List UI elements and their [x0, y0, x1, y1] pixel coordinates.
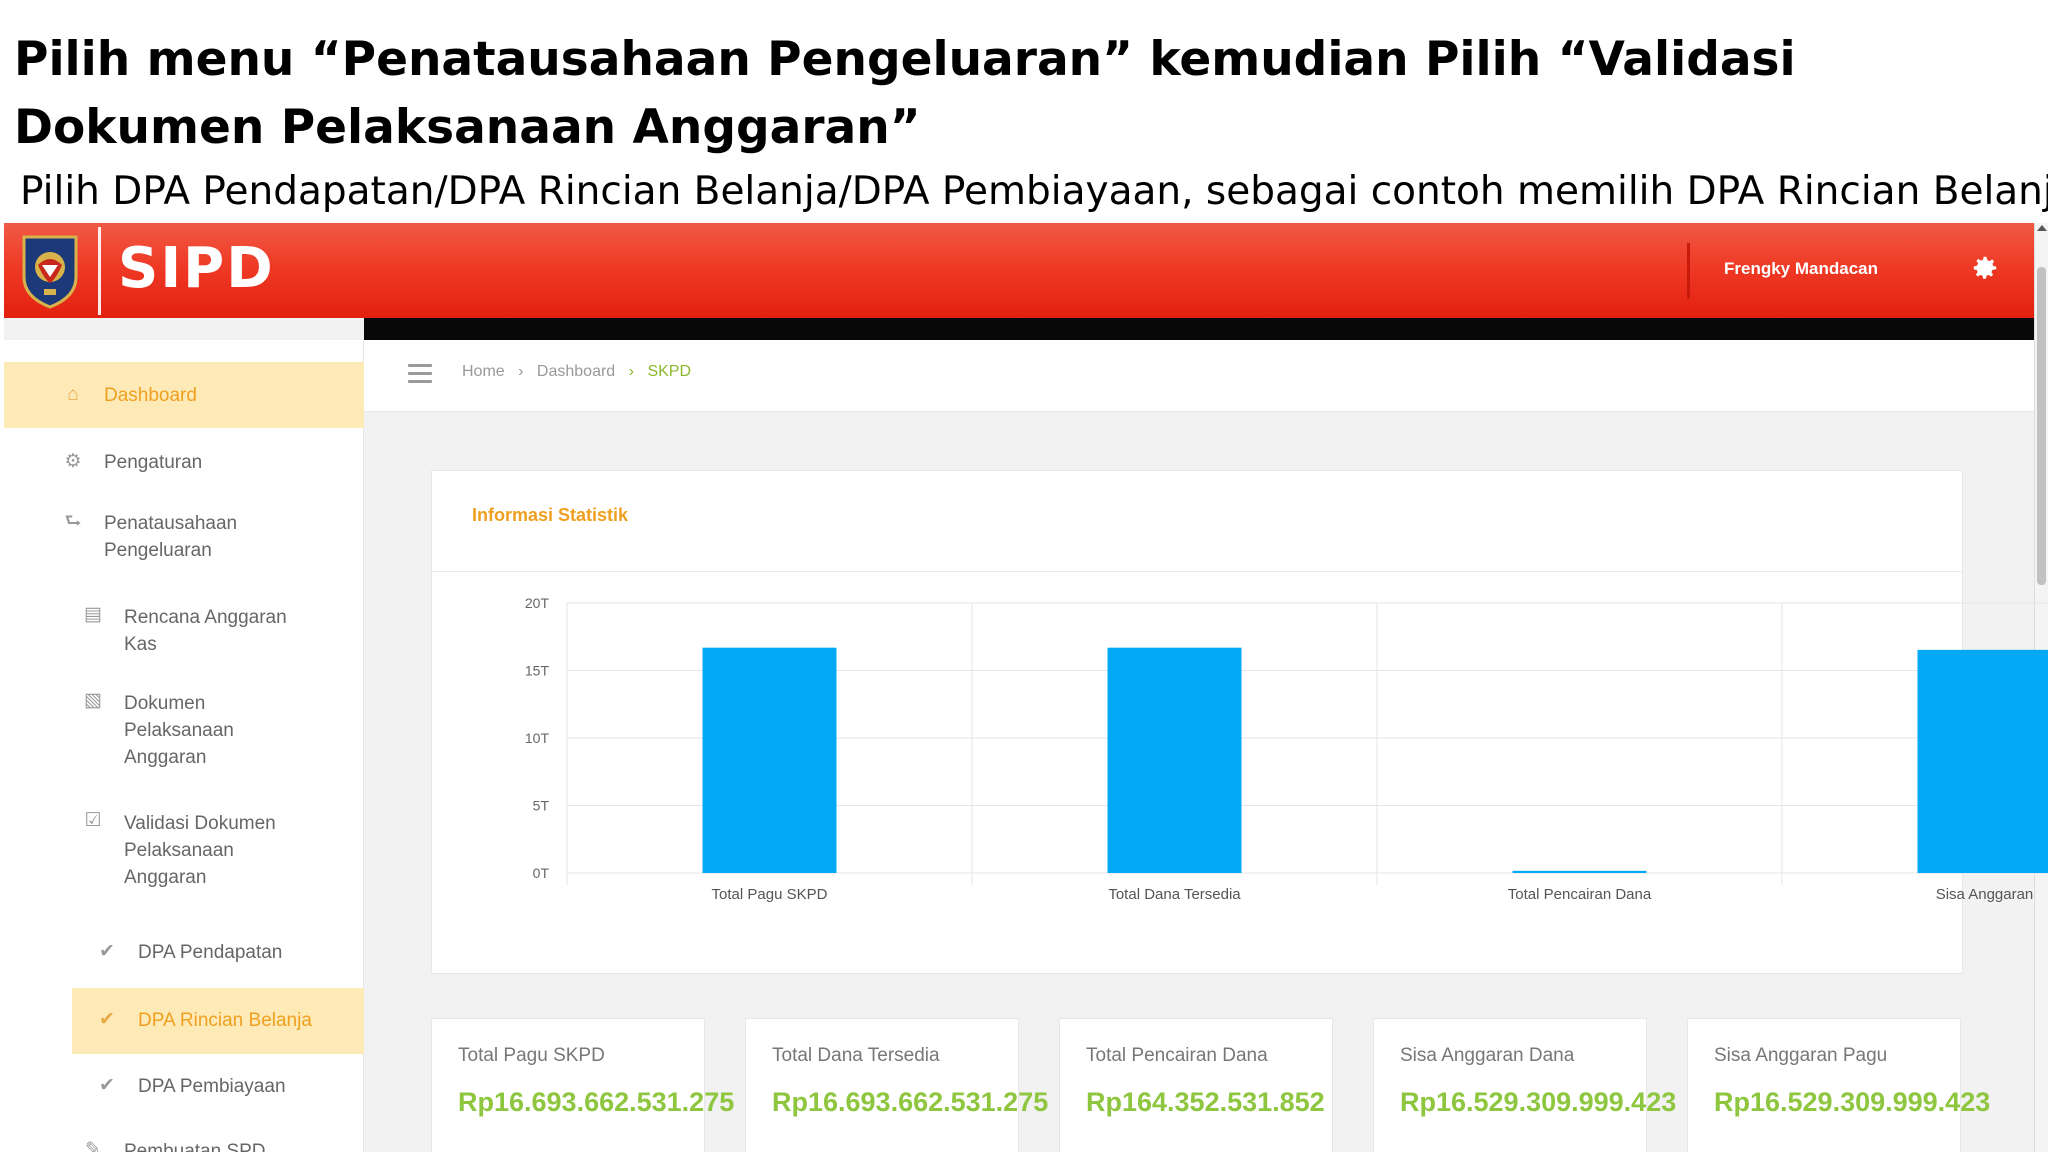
summary-label: Total Pagu SKPD [458, 1045, 605, 1066]
sidebar-item-dokumen-pelaksanaan-anggaran[interactable]: ▧ Dokumen Pelaksanaan Anggaran [4, 676, 364, 796]
chevron-right-icon: › [628, 363, 634, 380]
breadcrumb-bar: Home › Dashboard › SKPD [364, 340, 2034, 412]
sidebar-item-label: DPA Pembiayaan [138, 1076, 286, 1097]
breadcrumb-skpd: SKPD [647, 363, 692, 380]
summary-value: Rp16.693.662.531.275 [458, 1087, 735, 1117]
sidebar-item-dpa-pendapatan[interactable]: ✔ DPA Pendapatan [4, 920, 364, 986]
chart-y-tick-label: 20T [525, 595, 550, 611]
chart-y-tick-label: 10T [525, 730, 550, 746]
chart-y-tick-label: 15T [525, 663, 550, 679]
summary-value: Rp16.529.309.999.423 [1400, 1087, 1677, 1117]
check-icon: ✔ [99, 1009, 115, 1030]
home-icon: ⌂ [67, 384, 79, 405]
garuda-emblem-icon [22, 235, 78, 309]
summary-value: Rp164.352.531.852 [1086, 1087, 1325, 1117]
app-header: SIPD Frengky Mandacan [4, 223, 2034, 318]
sidebar-item-label: Dokumen Pelaksanaan Anggaran [124, 693, 234, 768]
slide-subtitle: Pilih DPA Pendapatan/DPA Rincian Belanja… [20, 169, 2048, 214]
chevron-right-icon: › [518, 363, 524, 380]
sidebar-item-label: DPA Rincian Belanja [138, 1010, 312, 1031]
sidebar-item-pembuatan-spd[interactable]: ✎ Pembuatan SPD [4, 1120, 364, 1152]
chart-y-tick-label: 5T [533, 798, 550, 814]
gear-icon: ⚙ [64, 451, 82, 472]
app-logo[interactable]: SIPD [118, 237, 275, 301]
sidebar-item-label: Dashboard [104, 385, 197, 406]
sidebar-item-dashboard[interactable]: ⌂ Dashboard [4, 362, 364, 428]
summary-box-sisa-anggaran-dana: Sisa Anggaran Dana Rp16.529.309.999.423 [1373, 1018, 1676, 1152]
slide-title: Pilih menu “Penatausahaan Pengeluaran” k… [14, 32, 1796, 155]
main-content: Home › Dashboard › SKPD Informasi Statis… [364, 340, 2048, 1152]
summary-box-total-pencairan-dana: Total Pencairan Dana Rp164.352.531.852 [1059, 1018, 1333, 1152]
chart-bar [702, 647, 837, 873]
check-icon: ✔ [99, 941, 115, 962]
stats-divider [432, 571, 1964, 572]
sidebar-item-label: Validasi Dokumen Pelaksanaan Anggaran [124, 813, 276, 888]
upload-icon: ⮑ [64, 511, 82, 532]
summary-value: Rp16.693.662.531.275 [772, 1087, 1049, 1117]
checkbox-icon: ☑ [84, 810, 102, 831]
summary-value: Rp16.529.309.999.423 [1714, 1087, 1991, 1117]
credit-card-icon: ▤ [84, 604, 102, 625]
user-name[interactable]: Frengky Mandacan [1724, 259, 1878, 279]
sidebar-item-label: DPA Pendapatan [138, 942, 283, 963]
check-icon: ✔ [99, 1075, 115, 1096]
sidebar-item-dpa-rincian-belanja[interactable]: ✔ DPA Rincian Belanja [72, 988, 364, 1054]
chart-bar [1107, 647, 1242, 873]
sidebar-item-penatausahaan-pengeluaran[interactable]: ⮑ Penatausahaan Pengeluaran [4, 496, 364, 588]
summary-box-sisa-anggaran-pagu: Sisa Anggaran Pagu Rp16.529.309.999.423 [1687, 1018, 1990, 1152]
header-divider [1687, 243, 1690, 299]
chart-bar [1917, 649, 2048, 873]
sidebar-item-label: Rencana Anggaran Kas [124, 607, 287, 655]
sidebar-item-label: Penatausahaan Pengeluaran [104, 513, 238, 561]
scrollbar-thumb[interactable] [2037, 267, 2046, 585]
chart-x-tick-label: Total Dana Tersedia [1108, 886, 1241, 903]
summary-box-total-pagu-skpd: Total Pagu SKPD Rp16.693.662.531.275 [431, 1018, 734, 1152]
edit-icon: ✎ [85, 1139, 101, 1152]
summary-label: Total Dana Tersedia [772, 1045, 940, 1066]
stats-title: Informasi Statistik [472, 505, 629, 525]
sidebar-item-label: Pengaturan [104, 452, 203, 473]
sidebar-item-dpa-pembiayaan[interactable]: ✔ DPA Pembiayaan [4, 1054, 364, 1120]
sidebar-item-pengaturan[interactable]: ⚙ Pengaturan [4, 430, 364, 496]
app-screenshot: SIPD Frengky Mandacan ⌂ Dashboard ⚙ Peng… [4, 223, 2048, 1152]
stats-card: Informasi Statistik 0T 5T 10T 15T 20T Total P… [431, 470, 2048, 974]
menu-toggle-icon[interactable] [408, 364, 432, 384]
book-icon: ▧ [84, 690, 102, 711]
summary-label: Sisa Anggaran Pagu [1714, 1045, 1888, 1066]
chart-bar [1512, 870, 1647, 873]
top-bar [364, 318, 2034, 340]
chart-x-tick-label: Total Pagu SKPD [712, 886, 828, 903]
stats-bar-chart: 0T 5T 10T 15T 20T Total Pagu SKPD Total Dana T… [525, 595, 2048, 903]
breadcrumb-dashboard[interactable]: Dashboard [537, 363, 615, 380]
logo-divider [98, 227, 101, 315]
sidebar-item-rencana-anggaran-kas[interactable]: ▤ Rencana Anggaran Kas [4, 590, 364, 676]
chart-x-tick-label: Total Pencairan Dana [1508, 886, 1652, 903]
sidebar-item-validasi-dokumen-pelaksanaan-anggaran[interactable]: ☑ Validasi Dokumen Pelaksanaan Anggaran [4, 796, 364, 916]
summary-label: Total Pencairan Dana [1086, 1045, 1268, 1066]
scroll-up-arrow-icon[interactable] [2037, 225, 2047, 231]
gear-icon[interactable] [1970, 253, 2000, 283]
breadcrumb-home[interactable]: Home [462, 363, 505, 380]
chart-y-tick-label: 0T [533, 865, 550, 881]
sidebar: ⌂ Dashboard ⚙ Pengaturan ⮑ Penatausahaan… [4, 340, 364, 1152]
summary-label: Sisa Anggaran Dana [1400, 1045, 1575, 1066]
summary-box-total-dana-tersedia: Total Dana Tersedia Rp16.693.662.531.275 [745, 1018, 1048, 1152]
sidebar-item-label: Pembuatan SPD [124, 1141, 266, 1152]
chart-x-tick-label: Sisa Anggaran [1936, 886, 2034, 903]
breadcrumb: Home › Dashboard › SKPD [462, 363, 691, 381]
